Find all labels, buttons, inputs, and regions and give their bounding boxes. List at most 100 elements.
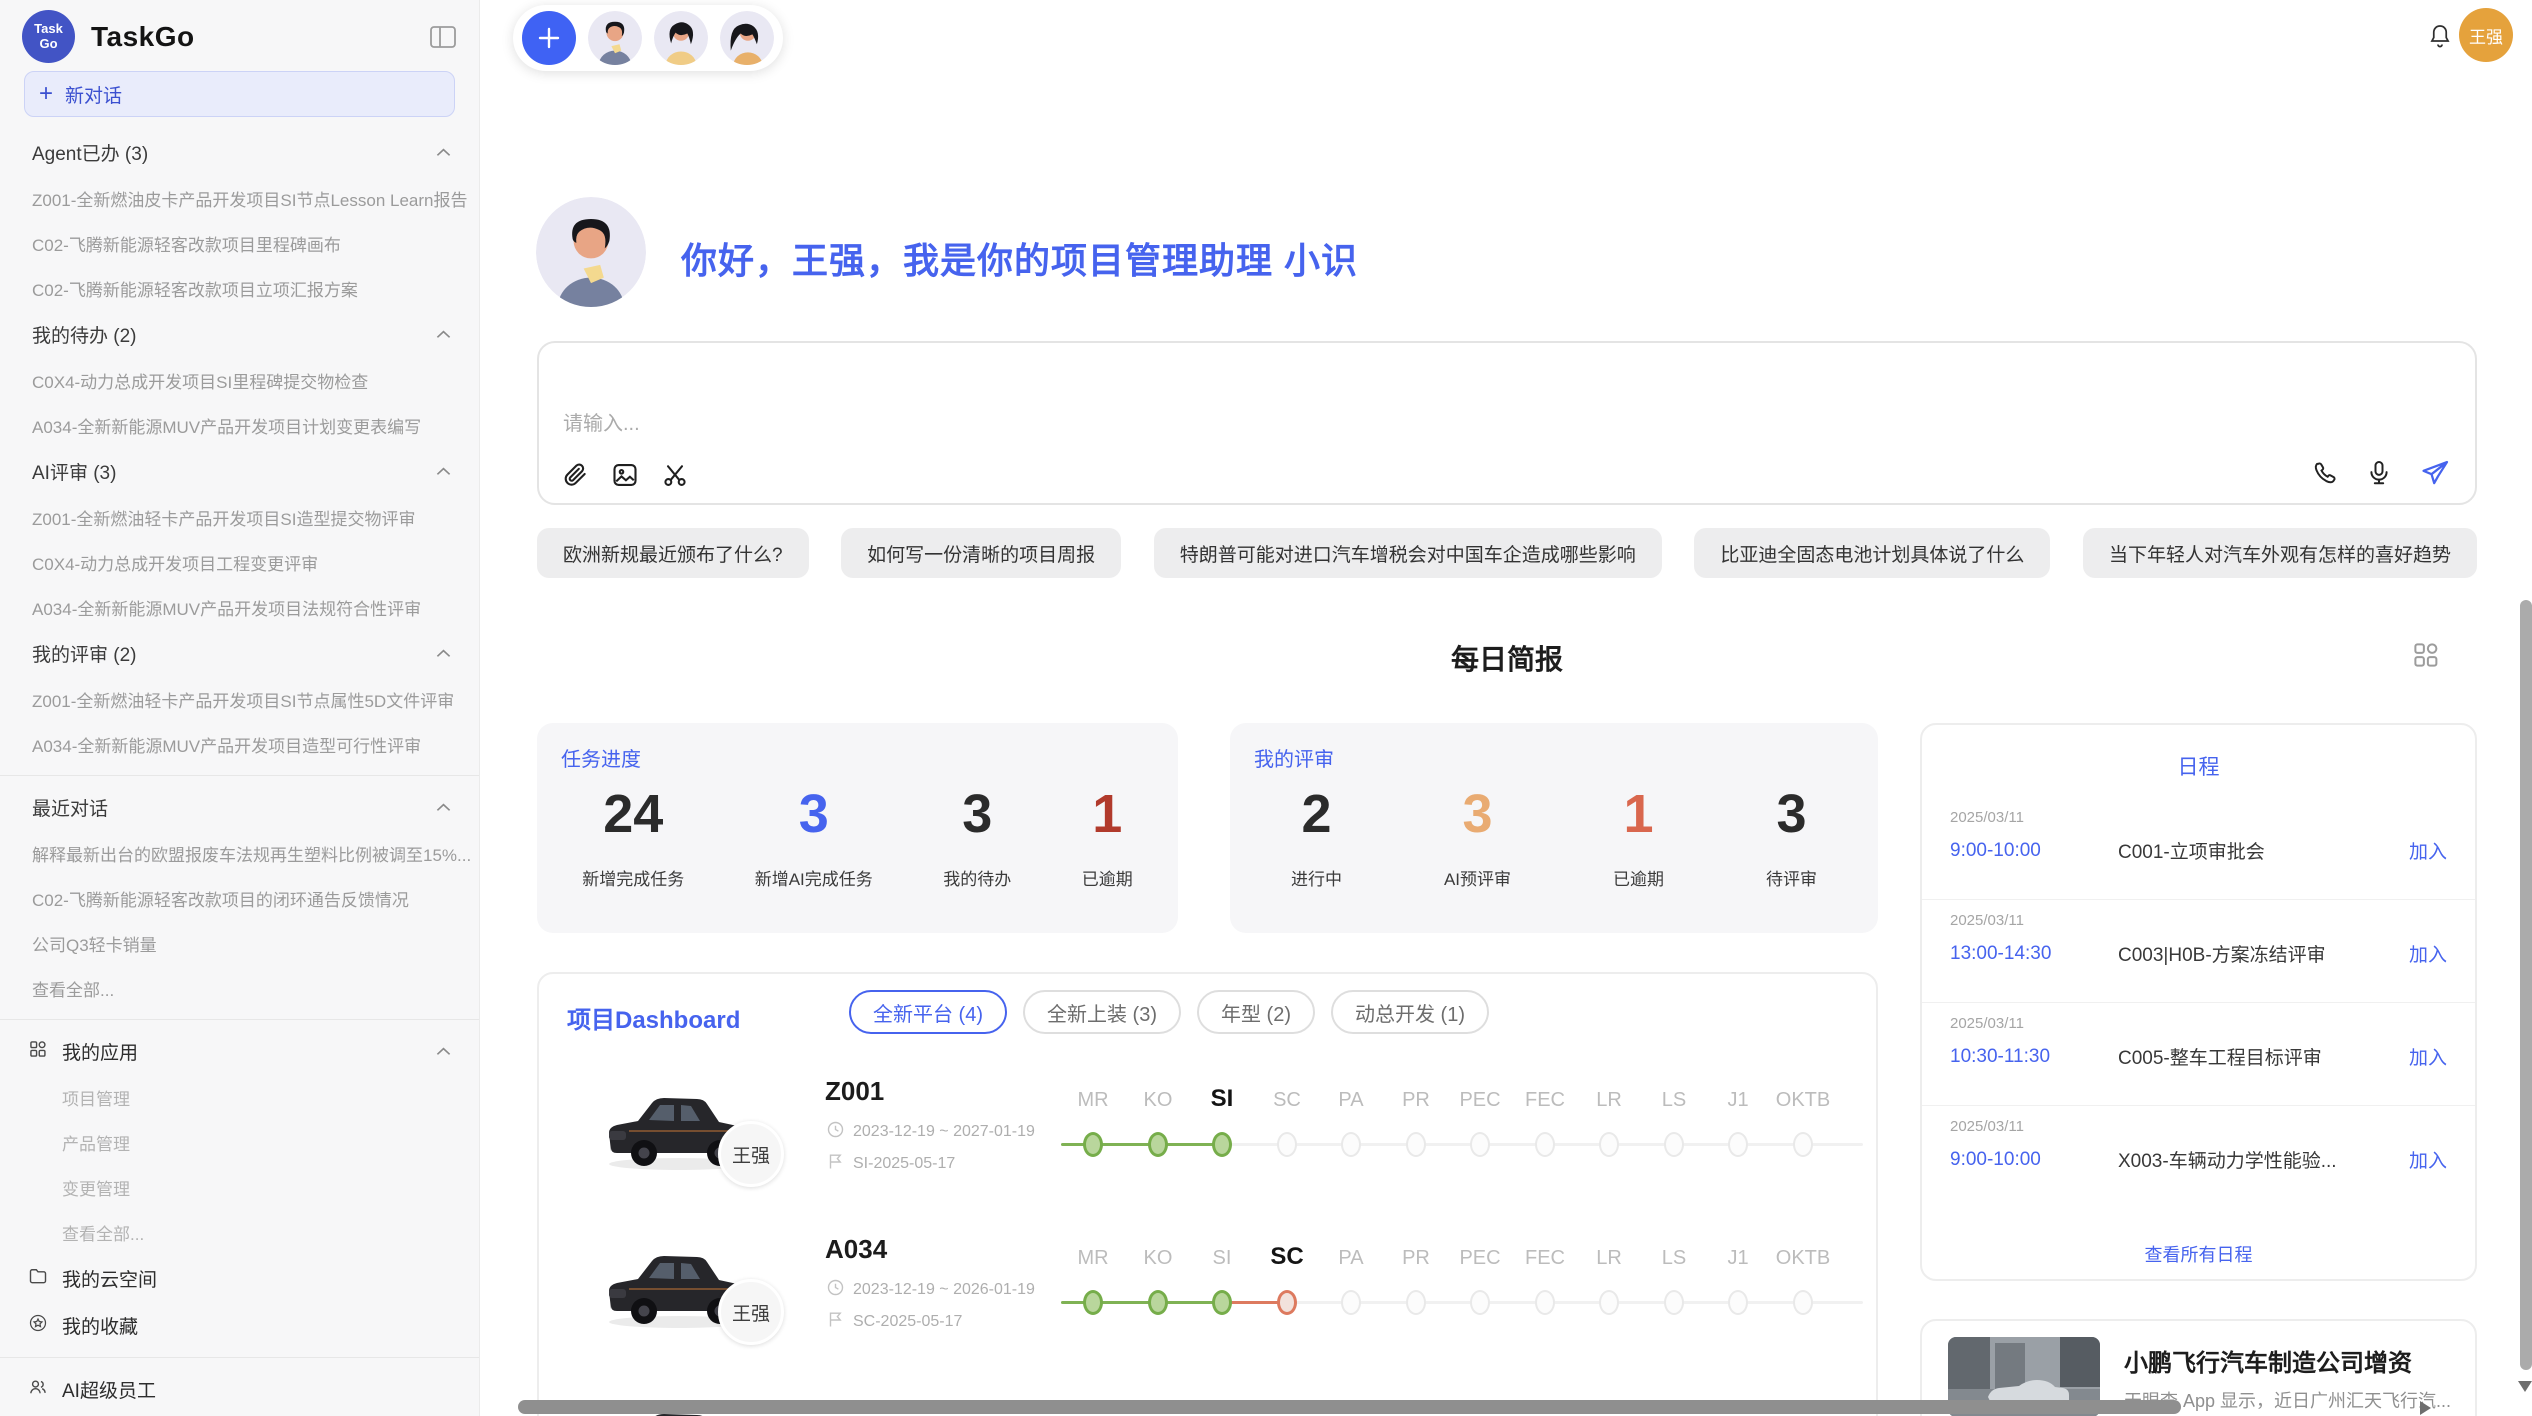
- chevron-up-icon[interactable]: [436, 803, 451, 812]
- sidebar-task-item[interactable]: C0X4-动力总成开发项目SI里程碑提交物检查: [0, 358, 479, 403]
- schedule-event-title: C005-整车工程目标评审: [2118, 1043, 2409, 1070]
- milestone-dot[interactable]: [1406, 1290, 1426, 1315]
- milestone-dot[interactable]: [1083, 1290, 1103, 1315]
- layout-grid-icon[interactable]: [2411, 640, 2441, 675]
- sidebar-task-item[interactable]: C02-飞腾新能源轻客改款项目立项汇报方案: [0, 266, 479, 311]
- sidebar-task-item[interactable]: C0X4-动力总成开发项目工程变更评审: [0, 540, 479, 585]
- suggestion-chip[interactable]: 欧洲新规最近颁布了什么?: [537, 528, 809, 578]
- dashboard-filter-pill[interactable]: 全新上装 (3): [1023, 990, 1181, 1034]
- schedule-time: 9:00-10:00: [1950, 840, 2118, 862]
- view-all-apps-link[interactable]: 查看全部...: [0, 1210, 479, 1255]
- milestone-dot[interactable]: [1535, 1290, 1555, 1315]
- milestone-dot[interactable]: [1083, 1132, 1103, 1157]
- milestone-dot[interactable]: [1341, 1132, 1361, 1157]
- sidebar-task-item[interactable]: C02-飞腾新能源轻客改款项目里程碑画布: [0, 221, 479, 266]
- milestone-dot[interactable]: [1793, 1290, 1813, 1315]
- sidebar-task-item[interactable]: Z001-全新燃油皮卡产品开发项目SI节点Lesson Learn报告: [0, 176, 479, 221]
- sidebar-tool-item[interactable]: AI超级员工: [0, 1366, 479, 1413]
- phone-icon[interactable]: [2311, 459, 2339, 487]
- sidebar-item-my-apps[interactable]: 我的应用: [0, 1028, 479, 1075]
- sidebar-section-header[interactable]: 我的待办 (2): [0, 311, 479, 358]
- agent-avatar-1[interactable]: [588, 11, 642, 65]
- suggestion-chip[interactable]: 当下年轻人对汽车外观有怎样的喜好趋势: [2083, 528, 2477, 578]
- join-meeting-link[interactable]: 加入: [2409, 1043, 2447, 1070]
- sidebar-conversation-item[interactable]: 解释最新出台的欧盟报废车法规再生塑料比例被调至15%...: [0, 831, 479, 876]
- chevron-up-icon[interactable]: [436, 1047, 451, 1056]
- link-label: 我的收藏: [62, 1312, 138, 1339]
- new-chat-button[interactable]: + 新对话: [24, 71, 455, 117]
- milestone-dot[interactable]: [1470, 1132, 1490, 1157]
- sidebar-ai-tools: AI超级员工帮我写作创意制图: [0, 1366, 479, 1416]
- sidebar-section-header[interactable]: 我的评审 (2): [0, 630, 479, 677]
- milestone-dot[interactable]: [1728, 1290, 1748, 1315]
- sidebar-item-folder[interactable]: 我的云空间: [0, 1255, 479, 1302]
- user-avatar[interactable]: 王强: [2459, 8, 2513, 62]
- sidebar-app-item[interactable]: 变更管理: [0, 1165, 479, 1210]
- milestone-dot[interactable]: [1470, 1290, 1490, 1315]
- milestone-dot[interactable]: [1148, 1290, 1168, 1315]
- suggestion-chip[interactable]: 特朗普可能对进口汽车增税会对中国车企造成哪些影响: [1154, 528, 1662, 578]
- milestone-dot[interactable]: [1341, 1290, 1361, 1315]
- sidebar-task-item[interactable]: A034-全新新能源MUV产品开发项目造型可行性评审: [0, 722, 479, 767]
- dashboard-filter-pill[interactable]: 全新平台 (4): [849, 990, 1007, 1034]
- sidebar-app-item[interactable]: 项目管理: [0, 1075, 479, 1120]
- milestone-dot[interactable]: [1728, 1132, 1748, 1157]
- milestone-dot[interactable]: [1148, 1132, 1168, 1157]
- chat-input-box[interactable]: 请输入...: [537, 341, 2477, 505]
- join-meeting-link[interactable]: 加入: [2409, 1146, 2447, 1173]
- scroll-down-arrow[interactable]: [2518, 1381, 2532, 1392]
- mic-icon[interactable]: [2365, 459, 2393, 487]
- scissors-icon[interactable]: [661, 461, 689, 489]
- project-row[interactable]: 王强 A034 2023-12-19 ~ 2026-01-19 SC-2025-…: [539, 1229, 1878, 1379]
- milestone-dot[interactable]: [1793, 1132, 1813, 1157]
- milestone-dot[interactable]: [1212, 1132, 1232, 1157]
- sidebar-task-item[interactable]: A034-全新新能源MUV产品开发项目法规符合性评审: [0, 585, 479, 630]
- sidebar-section-header[interactable]: Agent已办 (3): [0, 129, 479, 176]
- dashboard-filter-pill[interactable]: 年型 (2): [1197, 990, 1315, 1034]
- sidebar-section-header[interactable]: AI评审 (3): [0, 448, 479, 495]
- sidebar-conversation-item[interactable]: 公司Q3轻卡销量: [0, 921, 479, 966]
- chevron-up-icon[interactable]: [436, 148, 451, 157]
- milestone-dot[interactable]: [1212, 1290, 1232, 1315]
- join-meeting-link[interactable]: 加入: [2409, 940, 2447, 967]
- sidebar-collapse-icon[interactable]: [429, 25, 457, 49]
- add-agent-button[interactable]: [522, 11, 576, 65]
- flag-icon: [827, 1311, 844, 1333]
- chevron-up-icon[interactable]: [436, 467, 451, 476]
- agent-avatar-3[interactable]: [720, 11, 774, 65]
- sidebar-task-item[interactable]: A034-全新新能源MUV产品开发项目计划变更表编写: [0, 403, 479, 448]
- agent-avatar-2[interactable]: [654, 11, 708, 65]
- notification-bell-icon[interactable]: [2426, 22, 2454, 57]
- sidebar-task-item[interactable]: Z001-全新燃油轻卡产品开发项目SI节点属性5D文件评审: [0, 677, 479, 722]
- milestone-dot[interactable]: [1277, 1132, 1297, 1157]
- clock-icon: [827, 1279, 844, 1301]
- chevron-up-icon[interactable]: [436, 649, 451, 658]
- sidebar-conversation-item[interactable]: C02-飞腾新能源轻客改款项目的闭环通告反馈情况: [0, 876, 479, 921]
- send-icon[interactable]: [2419, 457, 2451, 489]
- scroll-right-arrow[interactable]: [2420, 1401, 2431, 1415]
- dashboard-filter-pill[interactable]: 动总开发 (1): [1331, 990, 1489, 1034]
- project-row[interactable]: 王强 Z001 2023-12-19 ~ 2027-01-19 SI-2025-…: [539, 1071, 1878, 1221]
- suggestion-chip[interactable]: 如何写一份清晰的项目周报: [841, 528, 1121, 578]
- sidebar-app-item[interactable]: 产品管理: [0, 1120, 479, 1165]
- chevron-up-icon[interactable]: [436, 330, 451, 339]
- sidebar-section-header[interactable]: 最近对话: [0, 784, 479, 831]
- milestone-dot[interactable]: [1535, 1132, 1555, 1157]
- suggestion-chip[interactable]: 比亚迪全固态电池计划具体说了什么: [1694, 528, 2050, 578]
- milestone-dot[interactable]: [1277, 1290, 1297, 1315]
- view-all-schedule-link[interactable]: 查看所有日程: [1922, 1241, 2475, 1267]
- image-icon[interactable]: [611, 461, 639, 489]
- milestone-dot[interactable]: [1406, 1132, 1426, 1157]
- vertical-scrollbar-thumb[interactable]: [2520, 600, 2532, 1370]
- paperclip-icon[interactable]: [561, 461, 589, 489]
- milestone-dot[interactable]: [1599, 1132, 1619, 1157]
- milestone-dot[interactable]: [1664, 1132, 1684, 1157]
- view-all-conversations-link[interactable]: 查看全部...: [0, 966, 479, 1011]
- sidebar-task-item[interactable]: Z001-全新燃油轻卡产品开发项目SI造型提交物评审: [0, 495, 479, 540]
- milestone-dot[interactable]: [1664, 1290, 1684, 1315]
- sidebar-item-star[interactable]: 我的收藏: [0, 1302, 479, 1349]
- milestone-dot[interactable]: [1599, 1290, 1619, 1315]
- horizontal-scrollbar-thumb[interactable]: [518, 1400, 2181, 1414]
- join-meeting-link[interactable]: 加入: [2409, 837, 2447, 864]
- star-icon: [28, 1313, 48, 1339]
